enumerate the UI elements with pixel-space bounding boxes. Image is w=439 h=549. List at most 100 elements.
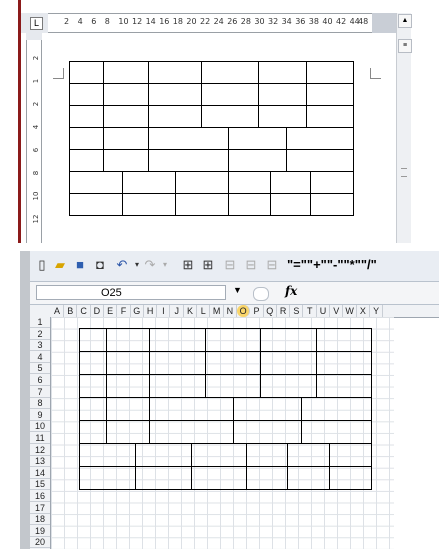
vertical-scrollbar[interactable]: ▲ ≡: [396, 13, 412, 243]
table-cell[interactable]: [122, 193, 176, 216]
row-header[interactable]: 7: [30, 387, 50, 398]
operator-symbols[interactable]: "=""+""-""*""/": [287, 257, 377, 272]
bordered-cell[interactable]: [205, 374, 261, 398]
table-cell[interactable]: [201, 83, 259, 106]
bordered-cell[interactable]: [149, 374, 206, 398]
bordered-cell[interactable]: [287, 443, 330, 467]
column-header[interactable]: W: [344, 305, 357, 317]
table-cell[interactable]: [286, 149, 354, 172]
table-cell[interactable]: [69, 83, 104, 106]
print-preview-icon[interactable]: ◘: [92, 257, 108, 273]
table-cell[interactable]: [148, 105, 202, 128]
bordered-cell[interactable]: [205, 328, 261, 352]
table-cell[interactable]: [306, 105, 354, 128]
vertical-ruler[interactable]: 2 1 2 4 6 8 10 12: [26, 40, 42, 243]
table-cell[interactable]: [69, 127, 104, 150]
table-cell[interactable]: [228, 193, 271, 216]
column-header[interactable]: K: [184, 305, 197, 317]
tab-selector-button[interactable]: L: [30, 17, 43, 30]
table-cell[interactable]: [310, 193, 354, 216]
column-header[interactable]: Q: [264, 305, 277, 317]
row-header[interactable]: 17: [30, 503, 50, 514]
table-cell[interactable]: [310, 171, 354, 194]
bordered-cell[interactable]: [316, 351, 372, 375]
table-cell[interactable]: [258, 83, 307, 106]
bordered-cell[interactable]: [149, 328, 206, 352]
bordered-cell[interactable]: [79, 351, 107, 375]
bordered-cell[interactable]: [260, 351, 317, 375]
column-header[interactable]: B: [64, 305, 78, 317]
bordered-cell[interactable]: [246, 443, 288, 467]
row-header[interactable]: 3: [30, 340, 50, 352]
bordered-cell[interactable]: [106, 397, 150, 421]
row-header[interactable]: 16: [30, 491, 50, 502]
table-cell[interactable]: [69, 61, 104, 84]
bordered-cell[interactable]: [79, 397, 107, 421]
table-cell[interactable]: [148, 127, 229, 150]
bordered-cell[interactable]: [106, 351, 150, 375]
bordered-cell[interactable]: [79, 466, 136, 490]
column-header[interactable]: V: [330, 305, 344, 317]
column-header[interactable]: N: [224, 305, 237, 317]
bordered-cell[interactable]: [106, 420, 150, 444]
open-folder-icon[interactable]: ▰: [52, 257, 68, 273]
row-header[interactable]: 11: [30, 433, 50, 444]
column-header[interactable]: Y: [370, 305, 384, 317]
column-header[interactable]: M: [211, 305, 224, 317]
column-header[interactable]: U: [317, 305, 330, 317]
table-cell[interactable]: [148, 61, 202, 84]
table-cell[interactable]: [103, 61, 149, 84]
table-cell[interactable]: [258, 61, 307, 84]
split-cells-icon[interactable]: ⊟: [264, 257, 280, 273]
table-cell[interactable]: [306, 61, 354, 84]
table-cell[interactable]: [228, 149, 287, 172]
scroll-up-arrow-icon[interactable]: ▲: [398, 14, 412, 28]
column-header[interactable]: S: [290, 305, 304, 317]
row-header[interactable]: 18: [30, 514, 50, 526]
column-header[interactable]: P: [251, 305, 264, 317]
grid-icon[interactable]: ⊟: [222, 257, 238, 273]
row-header[interactable]: 2: [30, 329, 50, 340]
column-header[interactable]: O: [237, 305, 251, 317]
table-cell[interactable]: [122, 171, 176, 194]
table-cell[interactable]: [103, 149, 149, 172]
column-header[interactable]: C: [78, 305, 91, 317]
row-header[interactable]: 1: [30, 317, 50, 328]
column-header[interactable]: X: [357, 305, 370, 317]
table-cell[interactable]: [69, 171, 123, 194]
save-icon[interactable]: ■: [72, 257, 88, 273]
table-cell[interactable]: [201, 105, 259, 128]
table-cell[interactable]: [148, 149, 229, 172]
table-cell[interactable]: [228, 171, 271, 194]
table-cell[interactable]: [306, 83, 354, 106]
bordered-cell[interactable]: [149, 397, 234, 421]
row-header[interactable]: 8: [30, 398, 50, 410]
bordered-cell[interactable]: [135, 443, 192, 467]
bordered-cell[interactable]: [316, 328, 372, 352]
bordered-cell[interactable]: [301, 420, 372, 444]
row-header[interactable]: 9: [30, 410, 50, 421]
horizontal-ruler[interactable]: 2 4 6 8 10 12 14 16 18 20 22 24 26 28 30 32 34 36 38 40 42 44…: [48, 13, 372, 33]
table-cell[interactable]: [270, 193, 311, 216]
formula-cancel-control[interactable]: [253, 287, 269, 301]
bordered-cell[interactable]: [246, 466, 288, 490]
bordered-cell[interactable]: [316, 374, 372, 398]
row-header[interactable]: 20: [30, 537, 50, 549]
name-box[interactable]: O25: [36, 285, 226, 300]
bordered-cell[interactable]: [301, 397, 372, 421]
column-header[interactable]: J: [171, 305, 184, 317]
column-header[interactable]: D: [91, 305, 104, 317]
row-header[interactable]: 13: [30, 456, 50, 468]
bordered-cell[interactable]: [260, 374, 317, 398]
new-document-icon[interactable]: ▯: [34, 257, 50, 273]
bordered-cell[interactable]: [233, 420, 302, 444]
redo-dropdown-icon[interactable]: ▾: [157, 257, 173, 273]
row-header[interactable]: 10: [30, 421, 50, 433]
bordered-cell[interactable]: [233, 397, 302, 421]
table-cell[interactable]: [148, 83, 202, 106]
column-header[interactable]: F: [118, 305, 131, 317]
bordered-cell[interactable]: [79, 328, 107, 352]
column-header[interactable]: R: [277, 305, 291, 317]
column-header[interactable]: A: [51, 305, 64, 317]
scroll-thumb-grip[interactable]: [401, 168, 407, 177]
